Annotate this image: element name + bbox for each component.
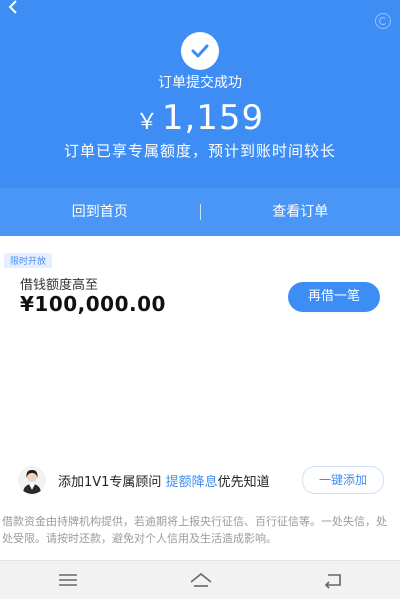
advisor-highlight: 提额降息 xyxy=(166,475,218,490)
copyright-icon xyxy=(374,12,392,30)
limit-label: 借钱额度高至 xyxy=(20,274,98,293)
one-click-add-button[interactable]: 一键添加 xyxy=(302,466,384,494)
advisor-row: 添加1V1专属顾问 提额降息优先知道 一键添加 xyxy=(0,462,400,498)
limit-value: ¥100,000.00 xyxy=(20,292,166,316)
home-icon[interactable] xyxy=(188,571,214,589)
advisor-portrait xyxy=(18,466,46,494)
order-amount: ￥1,159 xyxy=(0,98,400,144)
view-order-button[interactable]: 查看订单 xyxy=(201,188,400,236)
success-header: 订单提交成功 ￥1,159 订单已享专属额度，预计到账时间较长 xyxy=(0,0,400,188)
success-check-badge xyxy=(181,32,219,70)
disclaimer-text: 借款资金由持牌机构提供，若逾期将上报央行征信、百行征信等。一处失信，处处受限。请… xyxy=(2,513,394,547)
system-nav-bar xyxy=(0,560,400,599)
back-arrow-icon[interactable] xyxy=(6,0,22,16)
advisor-avatar xyxy=(18,466,46,494)
limited-time-badge: 限时开放 xyxy=(4,253,52,268)
check-icon xyxy=(190,43,210,59)
arrival-notice: 订单已享专属额度，预计到账时间较长 xyxy=(0,140,400,161)
loan-limit-card: 限时开放 借钱额度高至 ¥100,000.00 再借一笔 xyxy=(0,236,400,456)
amount-value: 1,159 xyxy=(162,98,264,138)
menu-icon[interactable] xyxy=(57,571,79,589)
amount-currency: ￥ xyxy=(136,110,158,135)
borrow-again-button[interactable]: 再借一笔 xyxy=(288,282,380,312)
action-bar: 回到首页 查看订单 xyxy=(0,188,400,236)
advisor-text: 添加1V1专属顾问 提额降息优先知道 xyxy=(58,471,270,490)
order-status-text: 订单提交成功 xyxy=(0,72,400,92)
return-icon[interactable] xyxy=(322,571,344,589)
advisor-text-suffix: 优先知道 xyxy=(218,475,270,490)
advisor-text-prefix: 添加1V1专属顾问 xyxy=(58,475,166,490)
back-home-button[interactable]: 回到首页 xyxy=(0,188,200,236)
